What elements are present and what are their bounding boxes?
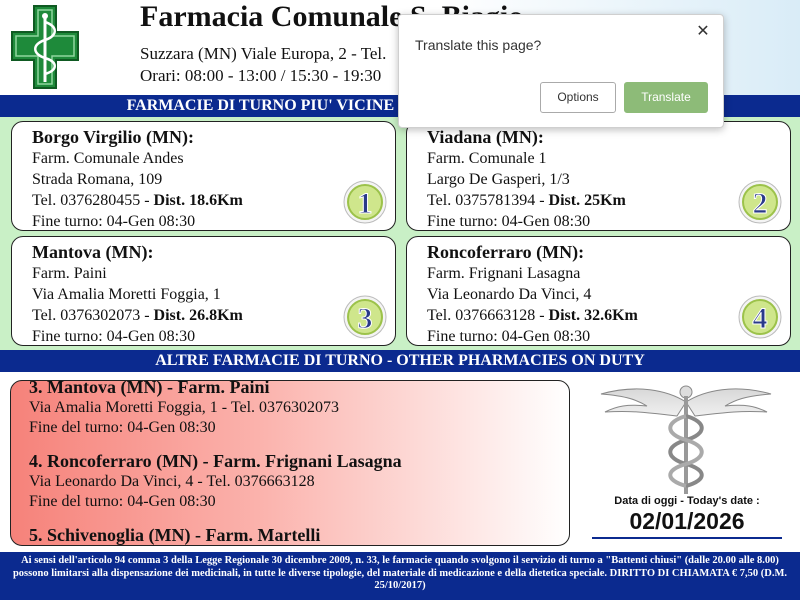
card-name: Farm. Frignani Lasagna	[427, 265, 581, 282]
rank-badge-number: 4	[753, 302, 768, 335]
card-end-time: Fine turno: 04-Gen 08:30	[427, 328, 591, 345]
card-town: Mantova (MN):	[32, 242, 154, 262]
options-button[interactable]: Options	[540, 82, 616, 113]
card-distance: Dist. 18.6Km	[153, 192, 243, 209]
list-item-title: 5. Schivenoglia (MN) - Farm. Martelli	[29, 525, 321, 545]
other-pharmacies-bar: ALTRE FARMACIE DI TURNO - OTHER PHARMACI…	[0, 350, 800, 372]
card-distance: Dist. 32.6Km	[548, 307, 638, 324]
card-end-time: Fine turno: 04-Gen 08:30	[427, 213, 591, 230]
card-street: Via Amalia Moretti Foggia, 1	[32, 286, 221, 303]
other-pharmacies-list[interactable]: 3. Mantova (MN) - Farm. Paini Via Amalia…	[10, 380, 570, 546]
translate-popup: Translate this page? ✕ Options Translate	[398, 14, 724, 128]
rank-badge-number: 1	[358, 187, 373, 220]
card-town: Borgo Virgilio (MN):	[32, 127, 194, 147]
card-phone-distance: Tel. 0376663128 - Dist. 32.6Km	[427, 305, 790, 326]
pharmacy-cross-logo-icon	[11, 5, 79, 89]
nearest-card-1: Borgo Virgilio (MN): Farm. Comunale Ande…	[11, 121, 396, 231]
translate-button[interactable]: Translate	[624, 82, 708, 113]
card-street: Largo De Gasperi, 1/3	[427, 171, 570, 188]
list-item-title: 4. Roncoferraro (MN) - Farm. Frignani La…	[29, 451, 402, 471]
card-phone: Tel. 0376663128 -	[427, 307, 549, 324]
card-street: Via Leonardo Da Vinci, 4	[427, 286, 592, 303]
list-item-end-time: Fine del turno: 04-Gen 08:30	[29, 419, 216, 436]
rank-badge-number: 3	[358, 302, 373, 335]
todays-date-label: Data di oggi - Today's date :	[614, 495, 760, 507]
list-item-title: 3. Mantova (MN) - Farm. Paini	[29, 380, 270, 397]
card-distance: Dist. 26.8Km	[153, 307, 243, 324]
rank-badge-number: 2	[753, 187, 768, 220]
rank-badge-icon: 1	[343, 180, 387, 224]
card-end-time: Fine turno: 04-Gen 08:30	[32, 213, 196, 230]
legal-footer: Ai sensi dell'articolo 94 comma 3 della …	[0, 552, 800, 600]
caduceus-icon	[600, 385, 772, 494]
card-town: Viadana (MN):	[427, 127, 544, 147]
card-phone-distance: Tel. 0376302073 - Dist. 26.8Km	[32, 305, 395, 326]
list-item: 5. Schivenoglia (MN) - Farm. Martelli	[29, 524, 569, 545]
pharmacy-address: Suzzara (MN) Viale Europa, 2 - Tel.	[140, 44, 387, 63]
card-phone-distance: Tel. 0375781394 - Dist. 25Km	[427, 190, 790, 211]
card-street: Strada Romana, 109	[32, 171, 163, 188]
card-name: Farm. Comunale 1	[427, 150, 547, 167]
list-item-street: Via Leonardo Da Vinci, 4 - Tel. 03766631…	[29, 473, 315, 490]
list-item: 4. Roncoferraro (MN) - Farm. Frignani La…	[29, 450, 569, 512]
nearest-pharmacies-area: Borgo Virgilio (MN): Farm. Comunale Ande…	[0, 117, 800, 350]
rank-badge-icon: 2	[738, 180, 782, 224]
translate-popup-title: Translate this page?	[415, 37, 542, 53]
card-phone-distance: Tel. 0376280455 - Dist. 18.6Km	[32, 190, 395, 211]
nearest-card-3: Mantova (MN): Farm. Paini Via Amalia Mor…	[11, 236, 396, 346]
close-icon[interactable]: ✕	[693, 22, 713, 42]
todays-date-value: 02/01/2026	[592, 508, 782, 539]
rank-badge-icon: 3	[343, 295, 387, 339]
card-name: Farm. Paini	[32, 265, 107, 282]
card-distance: Dist. 25Km	[548, 192, 626, 209]
card-phone: Tel. 0376280455 -	[32, 192, 154, 209]
nearest-card-4: Roncoferraro (MN): Farm. Frignani Lasagn…	[406, 236, 791, 346]
list-item-street: Via Amalia Moretti Foggia, 1 - Tel. 0376…	[29, 399, 340, 416]
nearest-card-2: Viadana (MN): Farm. Comunale 1 Largo De …	[406, 121, 791, 231]
card-phone: Tel. 0375781394 -	[427, 192, 549, 209]
list-item: 3. Mantova (MN) - Farm. Paini Via Amalia…	[29, 380, 569, 438]
card-phone: Tel. 0376302073 -	[32, 307, 154, 324]
card-name: Farm. Comunale Andes	[32, 150, 184, 167]
rank-badge-icon: 4	[738, 295, 782, 339]
card-town: Roncoferraro (MN):	[427, 242, 585, 262]
list-item-end-time: Fine del turno: 04-Gen 08:30	[29, 493, 216, 510]
card-end-time: Fine turno: 04-Gen 08:30	[32, 328, 196, 345]
pharmacy-hours: Orari: 08:00 - 13:00 / 15:30 - 19:30	[140, 66, 382, 85]
